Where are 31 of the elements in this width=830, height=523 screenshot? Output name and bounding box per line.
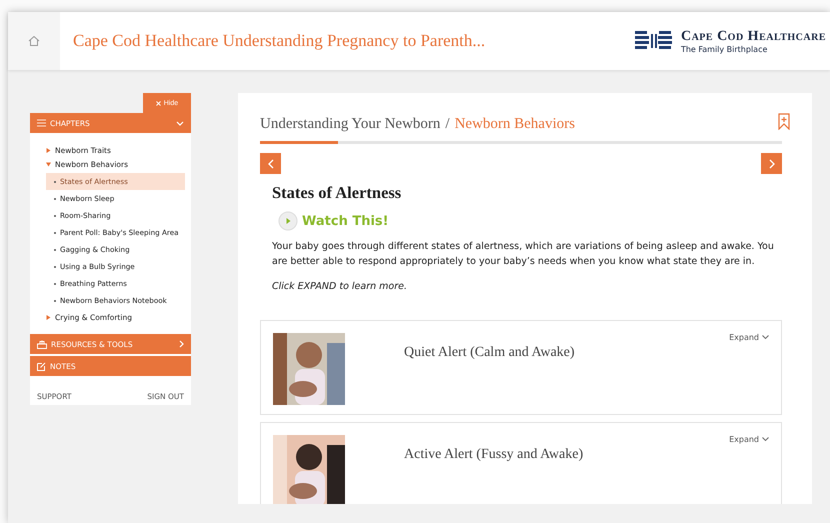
section-title[interactable]: Quiet Alert (Calm and Awake): [404, 345, 730, 361]
triangle-right-icon: [46, 148, 51, 153]
expand-button[interactable]: Expand: [729, 333, 769, 342]
previous-button[interactable]: [260, 153, 281, 174]
home-icon: [28, 35, 40, 47]
lesson-paragraph: Your baby goes through different states of alertness, which are variations of being asleep and awake. You are better able to respond appropriately to your baby’s needs when you know what state they are in.: [272, 240, 775, 269]
section-title[interactable]: Active Alert (Fussy and Awake): [404, 447, 730, 463]
toolbox-icon: [37, 340, 47, 348]
triangle-down-icon: [46, 162, 51, 167]
chevron-down-icon: [762, 437, 769, 442]
breadcrumb-current: Newborn Behaviors: [454, 116, 575, 133]
triangle-right-icon: [46, 315, 51, 320]
list-icon: [37, 119, 46, 127]
chevron-down-icon: [176, 120, 184, 126]
close-icon: [156, 100, 161, 106]
next-button[interactable]: [761, 153, 782, 174]
instruction-text: Click EXPAND to learn more.: [272, 281, 408, 292]
logo-name: Cape Cod Healthcare: [680, 28, 826, 44]
logo-tagline: The Family Birthplace: [680, 44, 768, 54]
chevron-right-icon: [179, 340, 184, 348]
bookmark-add-icon[interactable]: [778, 113, 790, 130]
lesson-heading: States of Alertness: [272, 183, 402, 203]
chevron-left-icon: [268, 158, 274, 168]
course-title: Cape Cod Healthcare Understanding Pregnancy to Parenth...: [73, 31, 486, 51]
expand-button[interactable]: Expand: [729, 435, 769, 444]
breadcrumb-link[interactable]: Understanding Your Newborn: [260, 116, 440, 133]
chevron-down-icon: [762, 335, 769, 340]
chevron-right-icon: [768, 158, 774, 168]
breadcrumb-separator: /: [445, 116, 450, 133]
edit-icon: [37, 362, 46, 370]
play-icon[interactable]: [278, 211, 298, 231]
